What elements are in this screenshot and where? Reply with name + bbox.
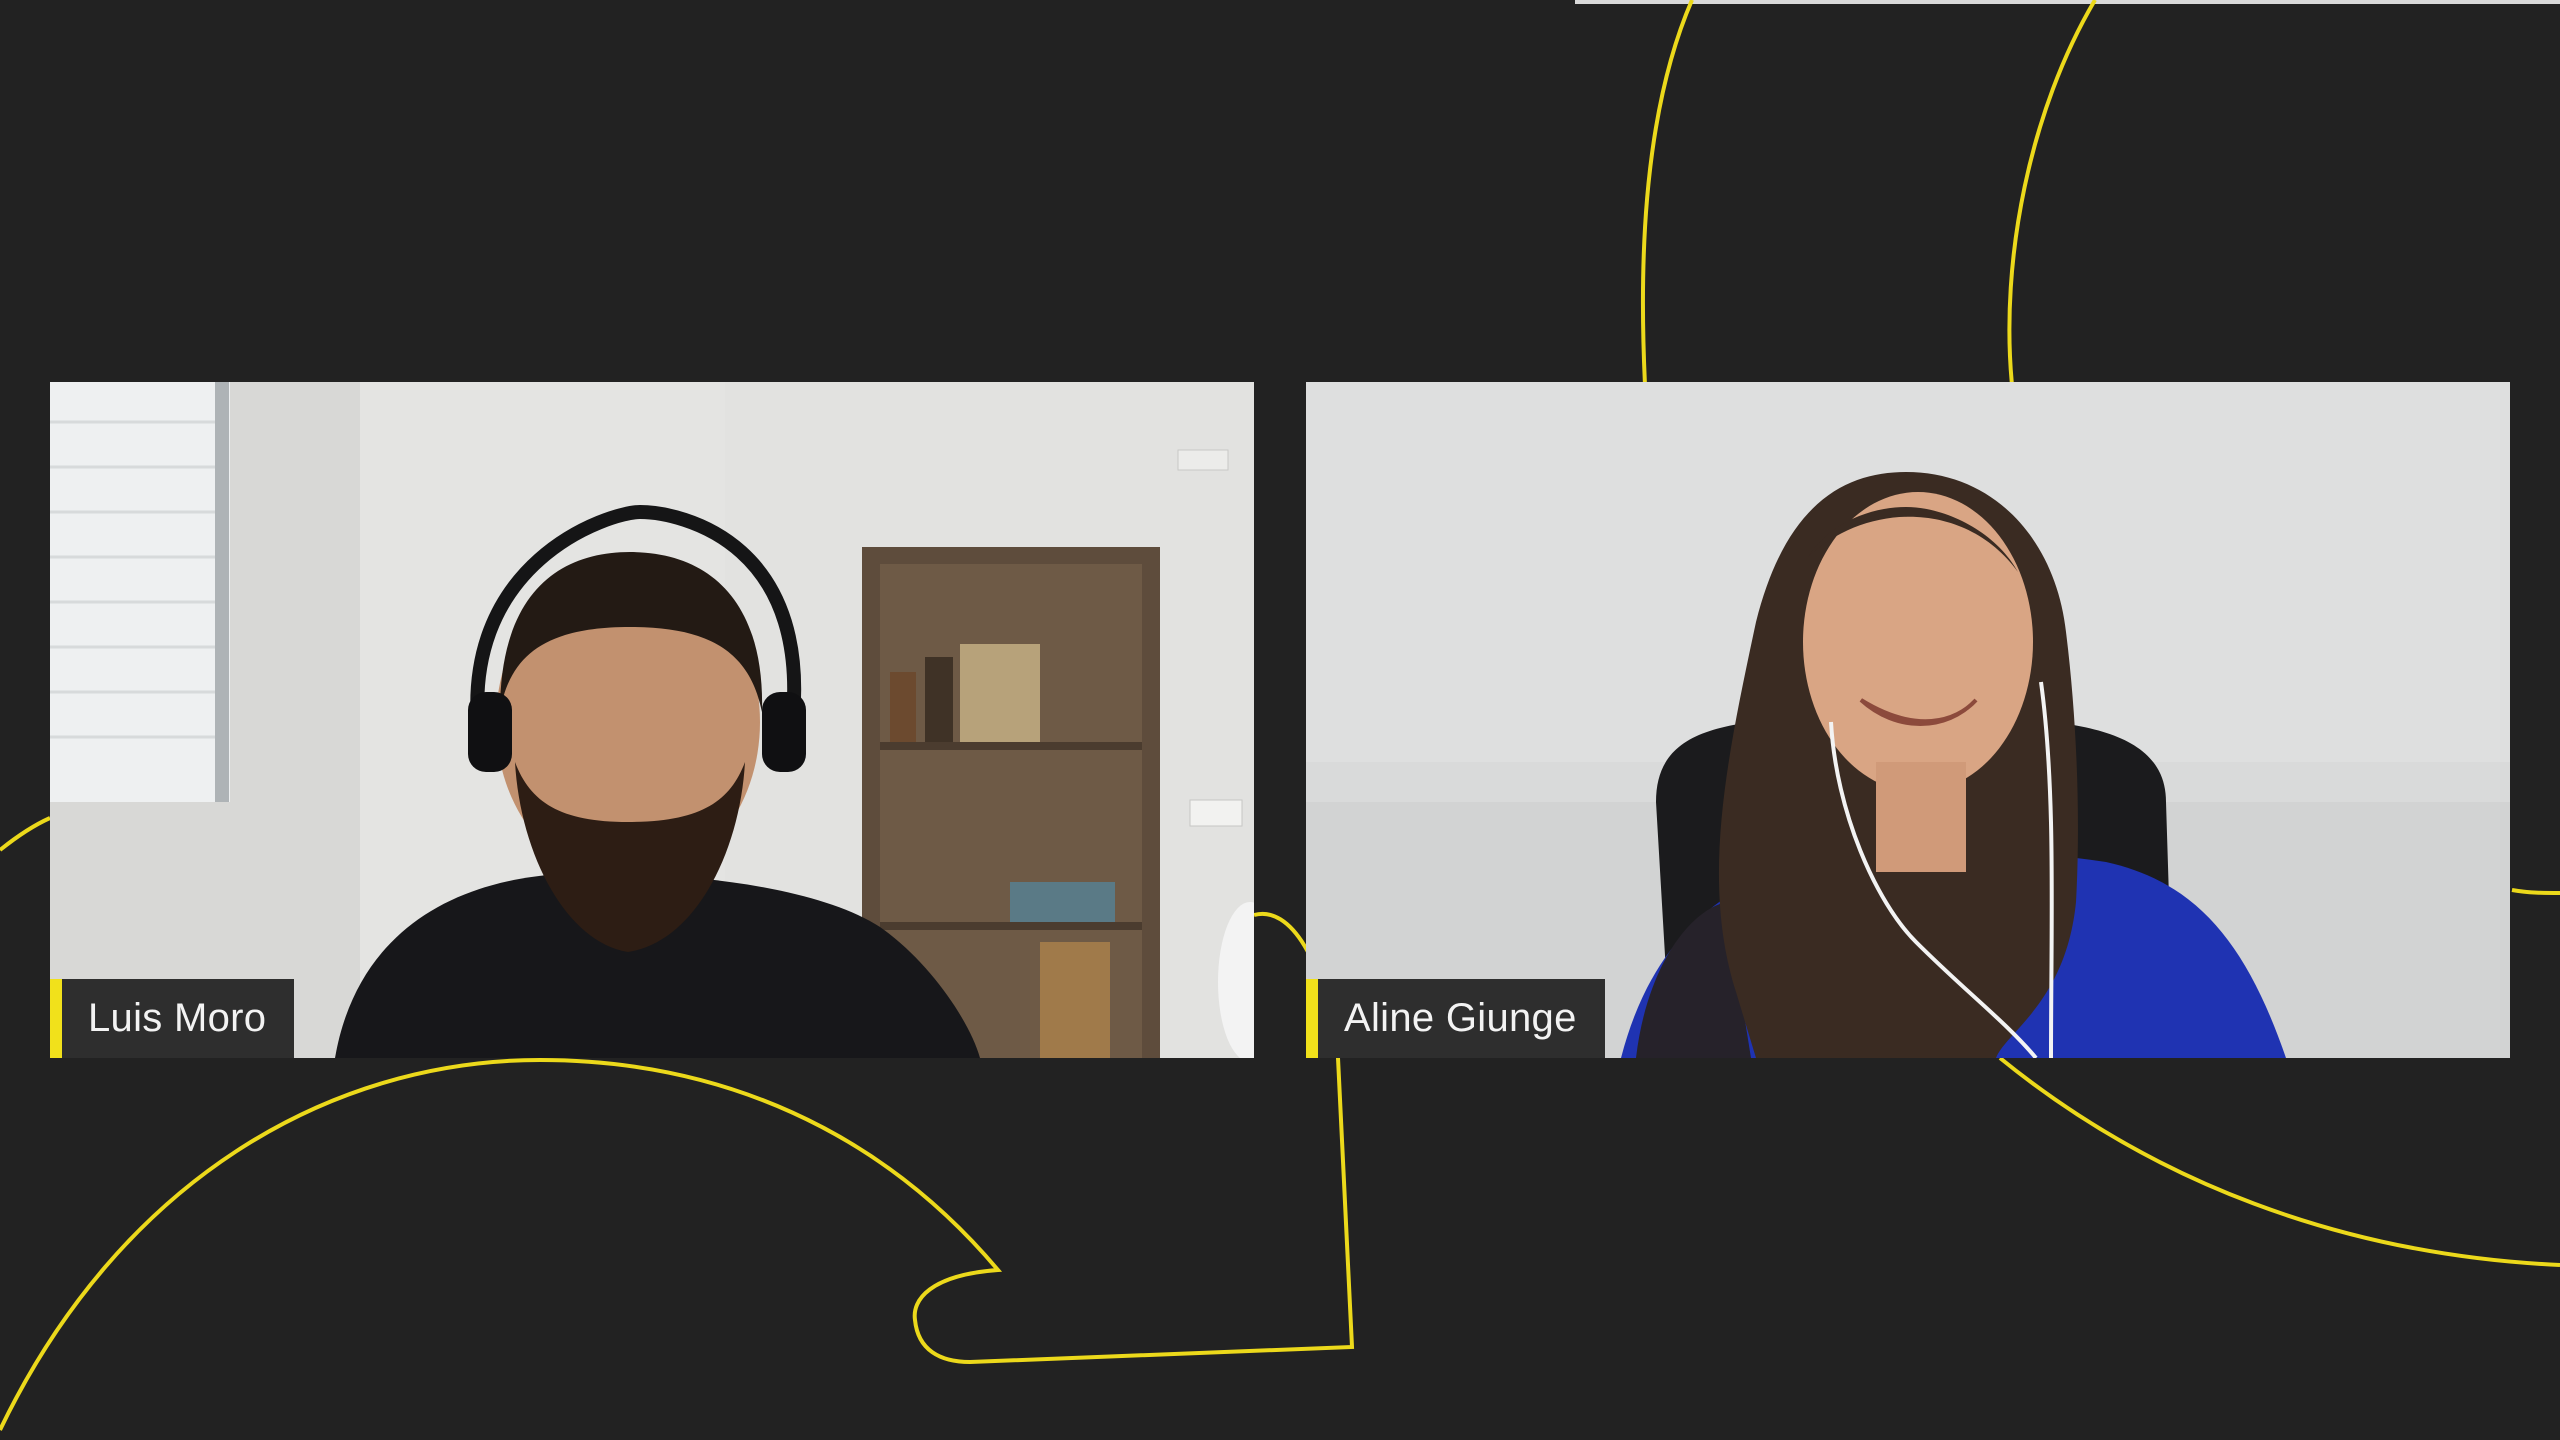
video-call-stage: Luis Moro Aline Giunge xyxy=(0,0,2560,1440)
top-edge-strip xyxy=(1575,0,2560,4)
name-tag-accent xyxy=(50,979,62,1058)
name-tag: Luis Moro xyxy=(50,979,295,1058)
video-feed-aline xyxy=(1306,382,2510,1058)
video-feed-luis xyxy=(50,382,1254,1058)
curve-right-edge xyxy=(2511,888,2560,895)
curve-top-left-arc xyxy=(1640,0,1694,386)
curve-left-edge xyxy=(0,816,51,852)
curve-top-right-arc xyxy=(2007,0,2097,386)
participant-tile-luis[interactable]: Luis Moro xyxy=(50,382,1254,1058)
name-tag-accent xyxy=(1306,979,1318,1058)
participant-tile-aline[interactable]: Aline Giunge xyxy=(1306,382,2510,1058)
participant-name: Luis Moro xyxy=(88,996,267,1040)
participant-name: Aline Giunge xyxy=(1344,996,1577,1040)
curve-bottom-right-arc xyxy=(1998,1056,2560,1267)
name-tag: Aline Giunge xyxy=(1306,979,1605,1058)
